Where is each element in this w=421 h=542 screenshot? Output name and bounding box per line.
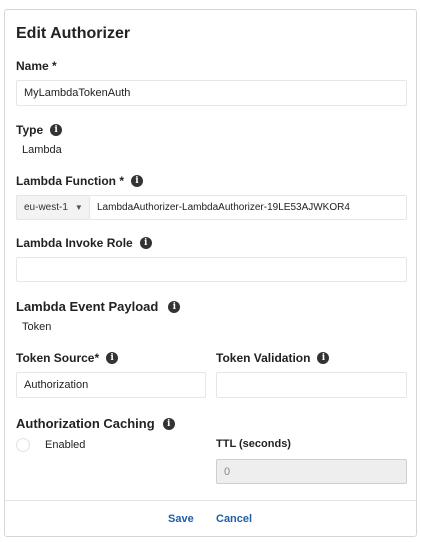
info-icon[interactable]: i <box>106 352 119 364</box>
edit-authorizer-panel: Edit Authorizer Name * MyLambdaTokenAuth… <box>4 9 417 537</box>
info-icon[interactable]: i <box>131 175 143 187</box>
type-label: Type i <box>16 123 63 137</box>
footer-divider <box>5 500 416 501</box>
dialog-title: Edit Authorizer <box>16 25 131 42</box>
token-source-label-text: Token Source* <box>16 351 100 365</box>
region-select[interactable]: eu-west-1 ▼ <box>16 195 89 220</box>
region-select-value: eu-west-1 <box>24 202 68 213</box>
lambda-function-label: Lambda Function * i <box>16 174 143 188</box>
cancel-button[interactable]: Cancel <box>216 513 252 525</box>
lambda-function-input[interactable]: LambdaAuthorizer-LambdaAuthorizer-19LE53… <box>89 195 407 220</box>
event-payload-label-text: Lambda Event Payload <box>16 299 159 314</box>
name-input[interactable]: MyLambdaTokenAuth <box>16 80 407 106</box>
name-label: Name * <box>16 59 57 73</box>
info-icon[interactable]: i <box>162 417 175 430</box>
caching-label: Authorization Caching i <box>16 416 175 431</box>
invoke-role-input[interactable] <box>16 257 407 282</box>
ttl-label: TTL (seconds) <box>216 438 291 450</box>
caching-label-text: Authorization Caching <box>16 416 155 431</box>
type-value: Lambda <box>22 144 62 156</box>
info-icon[interactable]: i <box>317 352 330 364</box>
chevron-down-icon: ▼ <box>74 203 83 212</box>
lambda-function-label-text: Lambda Function * <box>16 174 124 188</box>
invoke-role-label: Lambda Invoke Role i <box>16 236 152 250</box>
token-validation-input[interactable] <box>216 372 407 398</box>
info-icon[interactable]: i <box>139 237 152 249</box>
token-source-input[interactable]: Authorization <box>16 372 206 398</box>
save-button[interactable]: Save <box>168 513 194 525</box>
token-validation-label: Token Validation i <box>216 351 330 365</box>
event-payload-value: Token <box>22 321 52 333</box>
type-label-text: Type <box>16 123 44 137</box>
info-icon[interactable]: i <box>50 124 63 136</box>
token-source-label: Token Source* i <box>16 351 119 365</box>
caching-enabled-checkbox[interactable] <box>16 438 30 452</box>
event-payload-label: Lambda Event Payload i <box>16 299 181 314</box>
ttl-input[interactable]: 0 <box>216 459 407 484</box>
ttl-label-text: TTL (seconds) <box>216 438 291 450</box>
name-label-text: Name * <box>16 59 57 73</box>
caching-enabled-label: Enabled <box>45 439 86 451</box>
info-icon[interactable]: i <box>168 300 181 313</box>
token-validation-label-text: Token Validation <box>216 351 311 365</box>
invoke-role-label-text: Lambda Invoke Role <box>16 236 133 250</box>
